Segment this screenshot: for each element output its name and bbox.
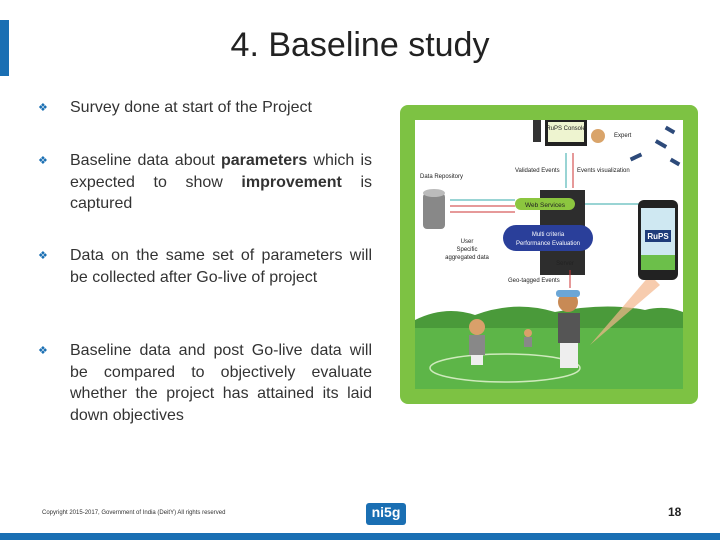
- data-repository-label: Data Repository: [420, 174, 463, 180]
- user-specific-label: Specific: [456, 247, 477, 253]
- four-diamond-bullet-icon: ❖: [38, 102, 48, 114]
- phone-label: RuPS: [647, 232, 669, 241]
- villager-figure: [469, 319, 485, 365]
- events-visualization-label: Events visualization: [577, 168, 630, 174]
- rups-architecture-figure: RuPS Console Expert Validated Events Eve…: [400, 105, 698, 404]
- user-specific-label: User: [461, 239, 474, 245]
- bullet-item: ❖ Baseline data about parameters which i…: [38, 152, 373, 212]
- footer-bar: [0, 533, 720, 540]
- bullet-item: ❖ Baseline data and post Go-live data wi…: [38, 342, 372, 424]
- bullet-item: ❖ Data on the same set of parameters wil…: [38, 247, 372, 286]
- web-services-label: Web Services: [525, 202, 566, 209]
- copyright-text: Copyright 2015-2017, Government of India…: [42, 510, 226, 516]
- expert-avatar: [591, 129, 605, 143]
- nisg-logo: ni5g: [366, 503, 406, 525]
- four-diamond-bullet-icon: ❖: [38, 345, 48, 357]
- console-label: RuPS Console: [546, 126, 586, 132]
- villager-figure: [524, 329, 532, 347]
- database-icon: [423, 193, 445, 229]
- expert-label: Expert: [614, 133, 632, 139]
- four-diamond-bullet-icon: ❖: [38, 250, 48, 262]
- bullet-item: ❖ Survey done at start of the Project: [38, 97, 372, 119]
- slide-title: 4. Baseline study: [230, 26, 490, 64]
- page-number: 18: [668, 505, 682, 519]
- mcpe-label-2: Performance Evaluation: [516, 241, 580, 247]
- user-specific-label: aggregated data: [445, 255, 489, 261]
- validated-events-label: Validated Events: [515, 168, 560, 174]
- geo-tagged-label: Geo-tagged Events: [508, 278, 560, 284]
- server-label: Server: [556, 261, 574, 267]
- mcpe-label-1: Multi criteria: [532, 232, 565, 238]
- computer-tower-icon: [533, 120, 541, 142]
- four-diamond-bullet-icon: ❖: [38, 155, 48, 167]
- mcpe-pill: [503, 225, 593, 251]
